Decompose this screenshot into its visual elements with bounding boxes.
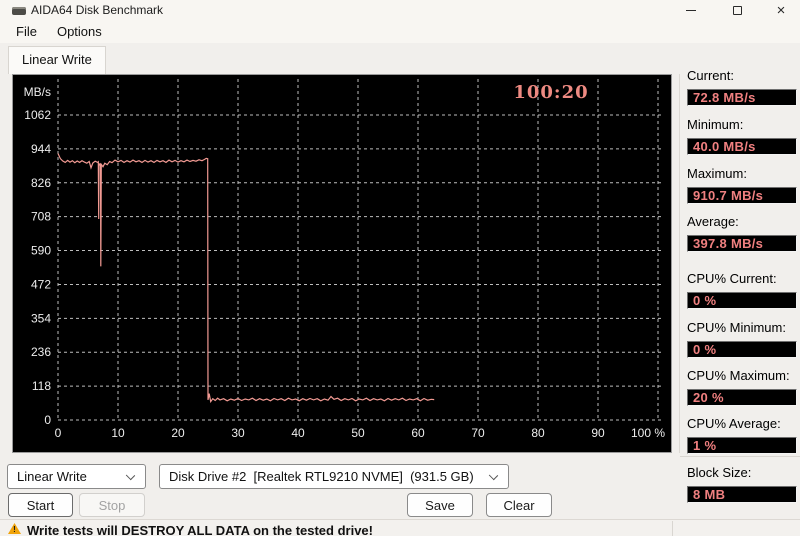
stop-button[interactable]: Stop <box>79 493 145 517</box>
close-button[interactable]: × <box>758 0 800 20</box>
maximize-button[interactable] <box>714 0 760 20</box>
disk-drive-value: Disk Drive #2 [Realtek RTL9210 NVME] (93… <box>169 469 474 484</box>
svg-text:0: 0 <box>44 413 51 427</box>
chart-canvas: MB/s 0 118 236 354 472 590 708 826 944 1062 0 10 20 30… <box>24 79 666 440</box>
menubar: File Options <box>0 20 800 43</box>
svg-text:1062: 1062 <box>24 108 51 122</box>
titlebar: AIDA64 Disk Benchmark × <box>0 0 800 20</box>
svg-text:80: 80 <box>531 426 545 440</box>
maximize-icon <box>732 5 742 15</box>
disk-drive-select[interactable]: Disk Drive #2 [Realtek RTL9210 NVME] (93… <box>159 464 509 489</box>
stat-block-size: Block Size: 8 MB <box>687 465 797 503</box>
svg-text:70: 70 <box>471 426 485 440</box>
test-type-value: Linear Write <box>17 469 87 484</box>
svg-text:590: 590 <box>31 244 51 258</box>
svg-text:100 %: 100 % <box>631 426 665 440</box>
start-button[interactable]: Start <box>8 493 73 517</box>
window-title: AIDA64 Disk Benchmark <box>31 3 164 17</box>
stat-value: 910.7 MB/s <box>687 187 797 204</box>
menu-options[interactable]: Options <box>47 20 112 43</box>
stat-cpu-current: CPU% Current: 0 % <box>687 271 797 309</box>
stat-minimum: Minimum: 40.0 MB/s <box>687 117 797 155</box>
statusbar: ! Write tests will DESTROY ALL DATA on t… <box>0 519 800 536</box>
svg-text:472: 472 <box>31 277 51 291</box>
stat-value: 8 MB <box>687 486 797 503</box>
svg-text:708: 708 <box>31 210 51 224</box>
svg-text:826: 826 <box>31 176 51 190</box>
svg-text:354: 354 <box>31 311 51 325</box>
minimize-icon <box>686 9 696 11</box>
stat-label: CPU% Average: <box>687 416 781 431</box>
stat-cpu-minimum: CPU% Minimum: 0 % <box>687 320 797 358</box>
stat-label: CPU% Maximum: <box>687 368 790 383</box>
save-button[interactable]: Save <box>407 493 473 517</box>
svg-text:0: 0 <box>55 426 62 440</box>
test-type-select[interactable]: Linear Write <box>7 464 146 489</box>
stat-value: 0 % <box>687 292 797 309</box>
svg-text:40: 40 <box>291 426 305 440</box>
stat-cpu-average: CPU% Average: 1 % <box>687 416 797 454</box>
svg-text:60: 60 <box>411 426 425 440</box>
svg-text:90: 90 <box>591 426 605 440</box>
elapsed-time: 100:20 <box>513 82 589 103</box>
stat-average: Average: 397.8 MB/s <box>687 214 797 252</box>
svg-text:20: 20 <box>171 426 185 440</box>
statusbar-warning-text: Write tests will DESTROY ALL DATA on the… <box>27 523 373 536</box>
stat-value: 397.8 MB/s <box>687 235 797 252</box>
svg-text:MB/s: MB/s <box>24 85 51 99</box>
stat-value: 0 % <box>687 341 797 358</box>
benchmark-chart: MB/s 0 118 236 354 472 590 708 826 944 1062 0 10 20 30… <box>12 74 672 453</box>
stat-maximum: Maximum: 910.7 MB/s <box>687 166 797 204</box>
stat-label: Block Size: <box>687 465 752 480</box>
stat-label: Maximum: <box>687 166 747 181</box>
panel-divider-vertical <box>679 74 680 453</box>
x-axis-labels: 0 10 20 30 40 50 60 70 80 90 100 % <box>55 426 666 440</box>
app-icon <box>12 7 26 15</box>
stat-label: Current: <box>687 68 734 83</box>
svg-text:50: 50 <box>351 426 365 440</box>
svg-text:236: 236 <box>31 345 51 359</box>
svg-text:944: 944 <box>31 142 51 156</box>
y-axis-labels: MB/s 0 118 236 354 472 590 708 826 944 1062 <box>24 85 52 427</box>
chart-grid <box>57 79 664 421</box>
tab-linear-write[interactable]: Linear Write <box>8 46 106 74</box>
stat-label: Average: <box>687 214 739 229</box>
chevron-down-icon <box>125 470 136 481</box>
close-icon: × <box>776 1 786 19</box>
svg-text:118: 118 <box>32 379 51 393</box>
speed-line <box>57 153 435 404</box>
menu-file[interactable]: File <box>6 20 47 43</box>
svg-text:30: 30 <box>231 426 245 440</box>
stat-value: 72.8 MB/s <box>687 89 797 106</box>
aida64-disk-benchmark-window: AIDA64 Disk Benchmark × File Options Lin… <box>0 0 800 536</box>
statusbar-divider <box>672 521 673 536</box>
minimize-button[interactable] <box>668 0 714 20</box>
stat-label: CPU% Current: <box>687 271 777 286</box>
stat-value: 1 % <box>687 437 797 454</box>
stat-label: Minimum: <box>687 117 744 132</box>
stat-cpu-maximum: CPU% Maximum: 20 % <box>687 368 797 406</box>
stat-label: CPU% Minimum: <box>687 320 786 335</box>
warning-icon-exclamation: ! <box>13 525 16 534</box>
panel-divider-horizontal <box>680 456 800 457</box>
clear-button[interactable]: Clear <box>486 493 552 517</box>
stat-value: 40.0 MB/s <box>687 138 797 155</box>
chevron-down-icon <box>488 470 499 481</box>
svg-text:10: 10 <box>111 426 125 440</box>
stat-value: 20 % <box>687 389 797 406</box>
stat-current: Current: 72.8 MB/s <box>687 68 797 106</box>
